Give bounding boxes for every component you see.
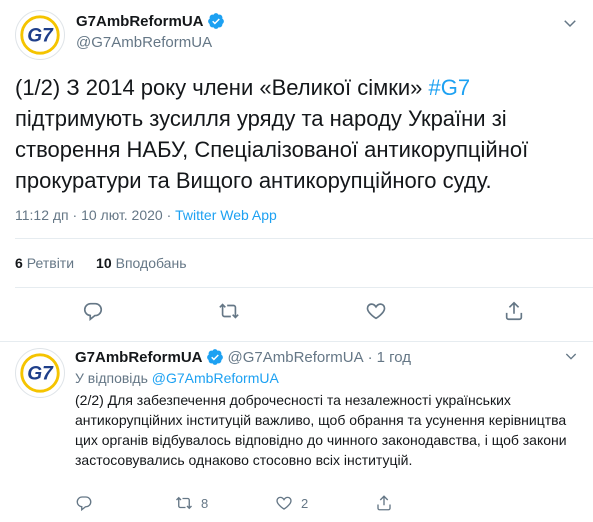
chevron-down-icon[interactable] xyxy=(563,348,579,364)
reply-icon xyxy=(83,302,103,321)
tweet-text-suffix: підтримують зусилля уряду та народу Укра… xyxy=(15,106,529,193)
dot-separator: · xyxy=(367,348,373,366)
share-icon xyxy=(377,495,391,511)
g7-logo: G7 xyxy=(17,12,63,58)
retweets-count: 6 xyxy=(15,255,23,271)
display-name[interactable]: G7AmbReformUA xyxy=(75,349,203,366)
tweet-text: (1/2) З 2014 року члени «Великої сімки» … xyxy=(15,72,580,196)
likes-label: Вподобань xyxy=(115,255,187,271)
tweet-meta: 11:12 дп · 10 лют. 2020 · Twitter Web Ap… xyxy=(15,207,277,223)
avatar[interactable]: G7 xyxy=(15,348,65,398)
like-icon xyxy=(276,496,292,510)
reply-to-prefix: У відповідь xyxy=(75,370,152,386)
main-tweet: G7 G7AmbReformUA @G7AmbReformUA (1/2) З … xyxy=(0,0,593,342)
retweets-stat[interactable]: 6 Ретвіти xyxy=(15,255,74,271)
reply-button[interactable] xyxy=(82,300,104,322)
reply-tweet[interactable]: G7 G7AmbReformUA @G7AmbReformUA · 1 год … xyxy=(0,342,593,522)
reply-button[interactable] xyxy=(75,494,175,512)
likes-count: 10 xyxy=(96,255,112,271)
share-button[interactable] xyxy=(503,300,525,322)
reply-action-bar: 8 2 xyxy=(75,494,475,512)
avatar[interactable]: G7 xyxy=(15,10,65,60)
timestamp[interactable]: 11:12 дп · 10 лют. 2020 xyxy=(15,207,163,223)
g7-logo: G7 xyxy=(17,350,63,396)
like-button[interactable] xyxy=(365,300,387,322)
verified-badge-icon xyxy=(206,349,223,365)
reply-to-handle-link[interactable]: @G7AmbReformUA xyxy=(152,370,279,386)
retweets-label: Ретвіти xyxy=(26,255,75,271)
logo-text: G7 xyxy=(27,26,54,47)
like-icon xyxy=(366,303,386,320)
engagement-stats: 6 Ретвіти 10 Вподобань xyxy=(15,255,187,271)
logo-text: G7 xyxy=(27,364,54,385)
verified-badge-icon xyxy=(207,13,224,29)
source-link[interactable]: Twitter Web App xyxy=(175,207,277,223)
divider xyxy=(15,238,593,239)
reply-text: (2/2) Для забезпечення доброчесності та … xyxy=(75,392,567,468)
reply-author-row: G7AmbReformUA @G7AmbReformUA · 1 год xyxy=(75,348,411,366)
author-row: G7AmbReformUA xyxy=(76,12,225,30)
share-button[interactable] xyxy=(375,494,475,512)
replying-to: У відповідь @G7AmbReformUA xyxy=(75,370,279,386)
meta-separator: · xyxy=(162,207,176,223)
share-icon xyxy=(505,301,523,321)
retweet-icon xyxy=(219,303,239,319)
likes-stat[interactable]: 10 Вподобань xyxy=(96,255,186,271)
retweet-count: 8 xyxy=(201,495,209,511)
hashtag-link[interactable]: #G7 xyxy=(429,75,471,100)
like-count: 2 xyxy=(301,495,309,511)
chevron-down-icon[interactable] xyxy=(561,14,579,32)
relative-time[interactable]: 1 год xyxy=(377,349,411,366)
action-bar xyxy=(0,300,593,324)
retweet-icon xyxy=(176,496,192,510)
retweet-button[interactable]: 8 xyxy=(175,494,275,512)
like-button[interactable]: 2 xyxy=(275,494,375,512)
retweet-button[interactable] xyxy=(218,300,240,322)
handle[interactable]: @G7AmbReformUA xyxy=(76,34,212,51)
reply-icon xyxy=(76,496,92,512)
tweet-text-prefix: (1/2) З 2014 року члени «Великої сімки» xyxy=(15,75,429,100)
handle[interactable]: @G7AmbReformUA xyxy=(228,349,364,366)
divider xyxy=(15,287,593,288)
display-name[interactable]: G7AmbReformUA xyxy=(76,13,204,30)
